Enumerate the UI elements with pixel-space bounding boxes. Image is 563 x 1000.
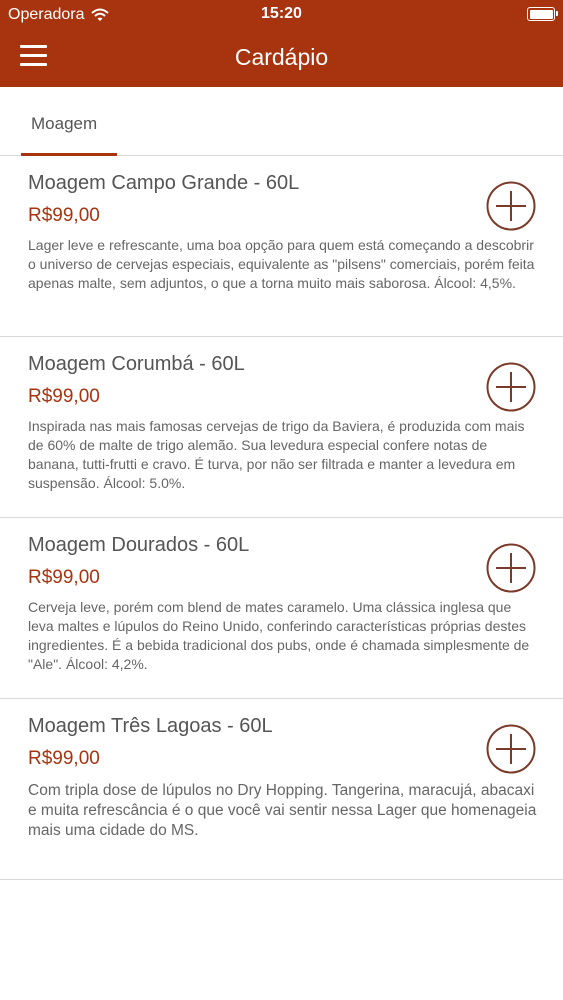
add-to-cart-icon[interactable] (485, 542, 537, 594)
nav-bar: Cardápio (0, 30, 563, 87)
product-name: Moagem Três Lagoas - 60L (28, 715, 273, 737)
product-name: Moagem Campo Grande - 60L (28, 172, 300, 194)
product-name: Moagem Corumbá - 60L (28, 353, 245, 375)
product-price: R$99,00 (28, 567, 100, 588)
product-description: Com tripla dose de lúpulos no Dry Hoppin… (28, 782, 537, 839)
product-description: Lager leve e refrescante, uma boa opção … (28, 237, 535, 291)
page-title: Cardápio (234, 44, 329, 70)
product-price: R$99,00 (28, 205, 100, 226)
tab-moagem[interactable]: Moagem (21, 87, 117, 156)
product-item: Moagem Três Lagoas - 60L R$99,00 Com tri… (0, 699, 563, 880)
product-item: Moagem Campo Grande - 60L R$99,00 Lager … (0, 156, 563, 337)
category-tabs: Moagem (0, 87, 563, 156)
status-bar: Operadora 15:20 (0, 0, 563, 30)
product-list: Moagem Campo Grande - 60L R$99,00 Lager … (0, 156, 563, 880)
product-price: R$99,00 (28, 748, 100, 769)
product-item: Moagem Dourados - 60L R$99,00 Cerveja le… (0, 518, 563, 699)
product-description: Cerveja leve, porém com blend de mates c… (28, 599, 530, 672)
tab-label: Moagem (31, 114, 98, 133)
product-price: R$99,00 (28, 386, 100, 407)
status-time: 15:20 (261, 5, 302, 22)
add-to-cart-icon[interactable] (485, 723, 537, 775)
battery-icon (527, 7, 558, 21)
product-item: Moagem Corumbá - 60L R$99,00 Inspirada n… (0, 337, 563, 518)
product-description: Inspirada nas mais famosas cervejas de t… (28, 418, 525, 491)
product-name: Moagem Dourados - 60L (28, 534, 250, 556)
add-to-cart-icon[interactable] (485, 361, 537, 413)
add-to-cart-icon[interactable] (485, 180, 537, 232)
